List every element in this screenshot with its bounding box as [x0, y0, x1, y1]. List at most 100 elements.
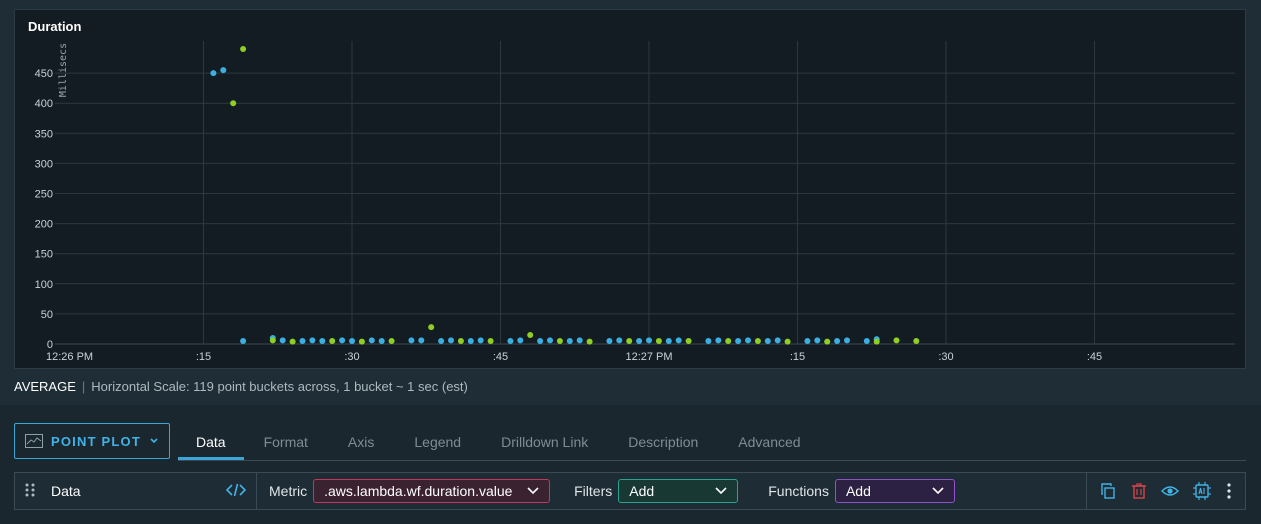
- data-point-series-1[interactable]: [388, 337, 395, 344]
- eye-icon[interactable]: [1160, 484, 1179, 498]
- data-point-series-0[interactable]: [279, 337, 286, 344]
- data-point-series-0[interactable]: [576, 337, 583, 344]
- query-row: Data Metric .aws.lambda.wf.duration.valu…: [14, 472, 1246, 510]
- tick-layer: 0 50 100 150 200 250 300 350 400 450 12:26 PM:15:3…: [35, 68, 1103, 363]
- query-name-cell: Data: [15, 473, 257, 509]
- data-point-series-0[interactable]: [675, 337, 682, 344]
- data-point-series-1[interactable]: [556, 337, 563, 344]
- data-point-series-1[interactable]: [487, 337, 494, 344]
- data-point-series-0[interactable]: [438, 337, 445, 344]
- data-point-series-1[interactable]: [428, 324, 435, 331]
- data-point-series-0[interactable]: [764, 337, 771, 344]
- data-point-series-1[interactable]: [230, 100, 237, 107]
- code-icon[interactable]: [225, 482, 247, 503]
- data-point-series-0[interactable]: [863, 337, 870, 344]
- data-point-series-1[interactable]: [586, 338, 593, 345]
- data-point-series-1[interactable]: [457, 337, 464, 344]
- data-point-series-1[interactable]: [725, 337, 732, 344]
- x-tick-label: :15: [790, 351, 805, 363]
- data-point-series-0[interactable]: [319, 337, 326, 344]
- data-point-series-1[interactable]: [329, 337, 336, 344]
- ai-chip-icon[interactable]: [1193, 482, 1212, 500]
- data-point-series-0[interactable]: [715, 337, 722, 344]
- chart-type-icon: [25, 434, 43, 448]
- tab-advanced[interactable]: Advanced: [718, 423, 820, 460]
- data-point-series-1[interactable]: [754, 337, 761, 344]
- functions-value: Add: [845, 483, 871, 499]
- data-point-series-1[interactable]: [626, 337, 633, 344]
- copy-icon[interactable]: [1100, 483, 1116, 499]
- more-vertical-icon[interactable]: [1226, 483, 1232, 499]
- tab-legend[interactable]: Legend: [394, 423, 481, 460]
- y-tick-label: 50: [41, 309, 53, 321]
- data-point-series-0[interactable]: [537, 337, 544, 344]
- data-point-series-0[interactable]: [299, 337, 306, 344]
- trash-icon[interactable]: [1131, 483, 1147, 499]
- data-point-series-1[interactable]: [893, 337, 900, 344]
- tab-description[interactable]: Description: [608, 423, 718, 460]
- data-point-series-0[interactable]: [606, 337, 613, 344]
- data-point-series-0[interactable]: [646, 337, 652, 344]
- data-point-series-0[interactable]: [834, 337, 841, 344]
- data-point-series-0[interactable]: [378, 337, 385, 344]
- data-point-series-1[interactable]: [527, 331, 534, 338]
- data-point-series-0[interactable]: [517, 337, 524, 344]
- functions-label: Functions: [768, 483, 829, 499]
- data-point-series-0[interactable]: [349, 337, 355, 344]
- functions-dropdown[interactable]: Add: [834, 479, 955, 503]
- data-point-series-0[interactable]: [636, 337, 643, 344]
- y-tick-label: 100: [35, 279, 53, 291]
- data-point-series-0[interactable]: [705, 337, 712, 344]
- data-point-series-1[interactable]: [358, 338, 365, 345]
- data-point-series-0[interactable]: [745, 337, 751, 344]
- data-point-series-1[interactable]: [824, 338, 831, 345]
- data-point-series-0[interactable]: [467, 337, 474, 344]
- tab-data[interactable]: Data: [178, 423, 244, 460]
- data-point-series-1[interactable]: [269, 337, 276, 344]
- y-tick-label: 400: [35, 98, 53, 110]
- tab-axis[interactable]: Axis: [328, 423, 394, 460]
- data-point-series-1[interactable]: [240, 46, 247, 53]
- chevron-down-icon: [932, 487, 944, 495]
- data-point-series-0[interactable]: [507, 337, 514, 344]
- data-point-series-0[interactable]: [477, 337, 484, 344]
- data-point-series-0[interactable]: [665, 337, 672, 344]
- data-point-series-0[interactable]: [220, 67, 227, 74]
- data-point-series-0[interactable]: [240, 337, 247, 344]
- data-point-series-1[interactable]: [873, 338, 880, 345]
- data-point-series-0[interactable]: [804, 337, 811, 344]
- point-plot[interactable]: 0 50 100 150 200 250 300 350 400 450 12:26 PM:15:3…: [15, 10, 1247, 370]
- data-point-series-0[interactable]: [735, 337, 742, 344]
- data-point-series-0[interactable]: [616, 337, 623, 344]
- tab-drilldown-link[interactable]: Drilldown Link: [481, 423, 608, 460]
- y-tick-label: 450: [35, 68, 53, 80]
- data-point-series-0[interactable]: [814, 337, 821, 344]
- data-point-series-0[interactable]: [844, 337, 850, 344]
- x-tick-label: :45: [1087, 351, 1102, 363]
- data-point-series-1[interactable]: [655, 337, 662, 344]
- data-point-series-0[interactable]: [448, 337, 454, 344]
- data-point-series-1[interactable]: [913, 337, 920, 344]
- data-point-series-1[interactable]: [784, 338, 791, 345]
- data-point-series-0[interactable]: [566, 337, 573, 344]
- chart-summary: AVERAGE | Horizontal Scale: 119 point buck…: [14, 379, 468, 394]
- data-point-series-0[interactable]: [210, 70, 217, 77]
- data-point-series-1[interactable]: [289, 338, 296, 345]
- data-point-series-1[interactable]: [685, 337, 692, 344]
- chart-type-dropdown[interactable]: POINT PLOT: [14, 423, 170, 459]
- tab-format[interactable]: Format: [244, 423, 328, 460]
- tabs-divider: [178, 460, 1246, 461]
- data-point-series-0[interactable]: [339, 337, 346, 344]
- metric-dropdown[interactable]: .aws.lambda.wf.duration.value: [313, 479, 551, 503]
- data-point-series-0[interactable]: [418, 337, 425, 344]
- data-point-series-0[interactable]: [408, 337, 415, 344]
- filters-label: Filters: [574, 483, 613, 499]
- data-point-series-0[interactable]: [547, 337, 553, 344]
- aggregation-label: AVERAGE: [14, 379, 76, 394]
- filters-dropdown[interactable]: Add: [618, 479, 739, 503]
- x-tick-label: 12:26 PM: [46, 351, 93, 363]
- drag-handle-icon[interactable]: [25, 483, 39, 500]
- data-point-series-0[interactable]: [309, 337, 316, 344]
- data-point-series-0[interactable]: [774, 337, 781, 344]
- data-point-series-0[interactable]: [368, 337, 375, 344]
